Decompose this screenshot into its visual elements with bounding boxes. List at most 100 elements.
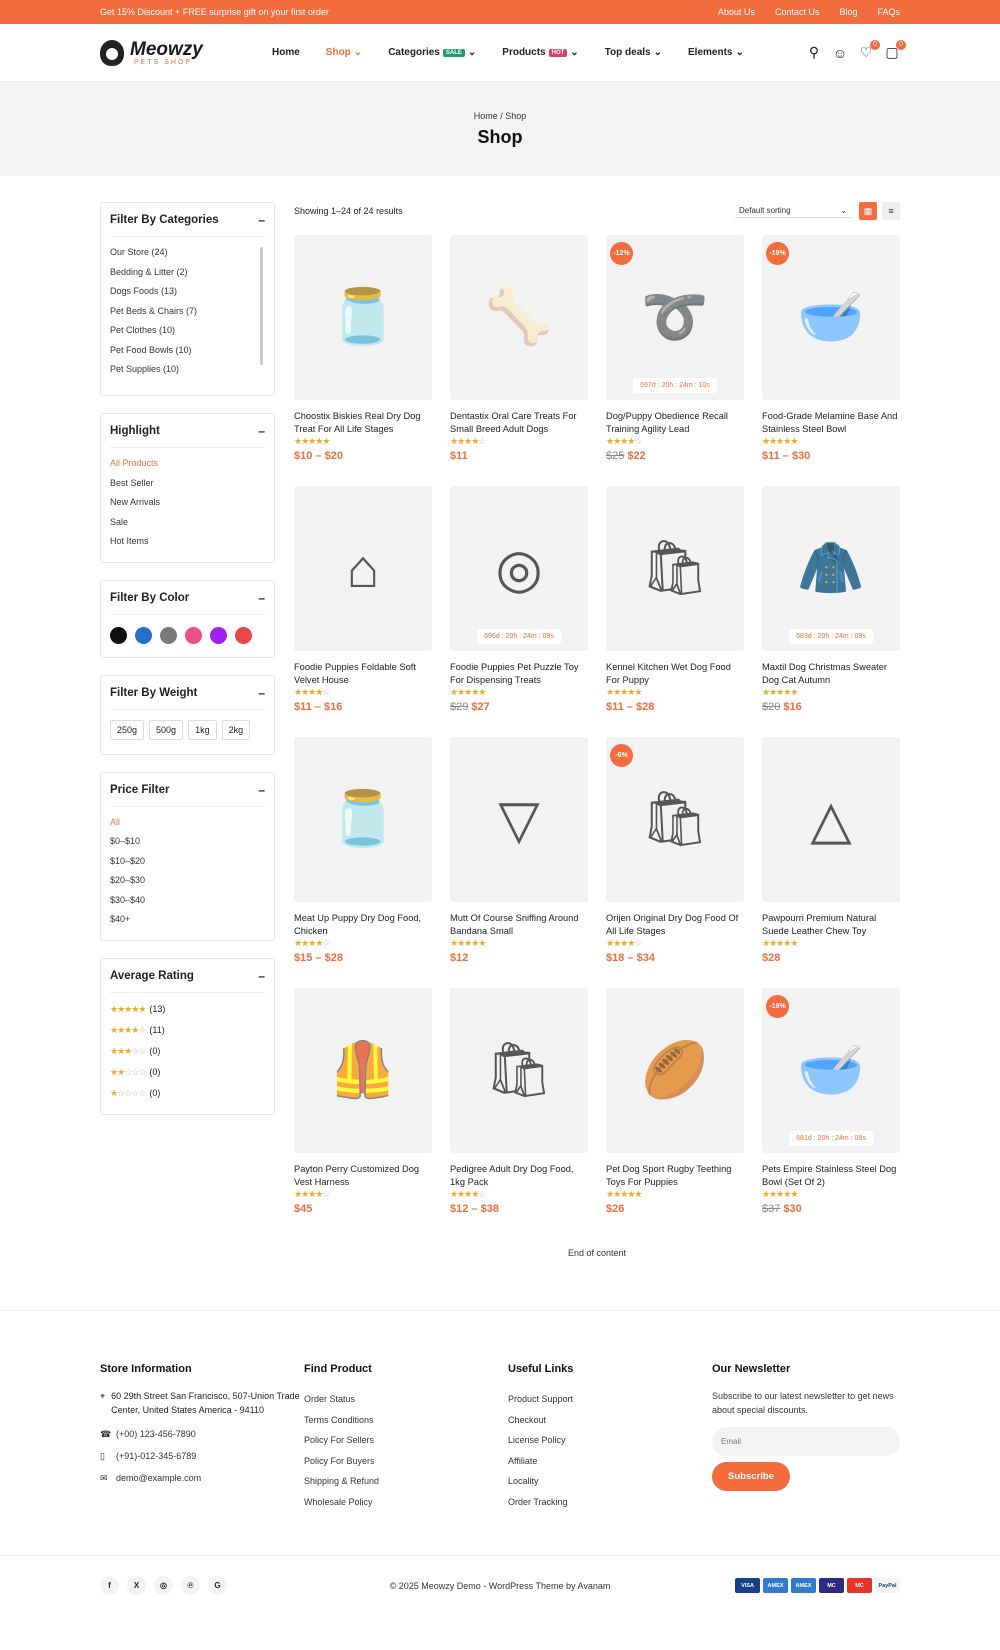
product-name[interactable]: Foodie Puppies Pet Puzzle Toy For Dispen… — [450, 661, 588, 687]
footer-link[interactable]: Order Tracking — [508, 1492, 712, 1513]
product-name[interactable]: Dog/Puppy Obedience Recall Training Agil… — [606, 410, 744, 436]
collapse-icon[interactable]: – — [258, 591, 265, 605]
product-card[interactable]: 🛍 -6% Orijen Original Dry Dog Food Of All … — [606, 737, 744, 988]
highlight-item[interactable]: Best Seller — [110, 474, 265, 494]
highlight-item[interactable]: New Arrivals — [110, 493, 265, 513]
footer-link[interactable]: Policy For Sellers — [304, 1430, 508, 1451]
category-item[interactable]: Pet Clothes (10) — [110, 321, 265, 341]
product-name[interactable]: Pedigree Adult Dry Dog Food, 1kg Pack — [450, 1163, 588, 1189]
collapse-icon[interactable]: – — [258, 783, 265, 797]
top-link-faqs[interactable]: FAQs — [877, 7, 900, 17]
product-image[interactable]: 🥣 -19% 681d : 20h : 24m : 08s — [762, 988, 900, 1153]
product-image[interactable]: △ — [762, 737, 900, 902]
store-mobile[interactable]: (+91)-012-345-6789 — [116, 1445, 196, 1467]
category-item[interactable]: Dogs Foods (13) — [110, 282, 265, 302]
product-name[interactable]: Pawpourri Premium Natural Suede Leather … — [762, 912, 900, 938]
color-swatch[interactable] — [135, 626, 152, 644]
product-name[interactable]: Orijen Original Dry Dog Food Of All Life… — [606, 912, 744, 938]
footer-link[interactable]: Product Support — [508, 1389, 712, 1410]
collapse-icon[interactable]: – — [258, 424, 265, 438]
product-image[interactable]: ▽ — [450, 737, 588, 902]
price-option[interactable]: All — [110, 813, 265, 833]
product-card[interactable]: 🥣 -19% 681d : 20h : 24m : 08s Pets Empire S… — [762, 988, 900, 1239]
store-email[interactable]: demo@example.com — [116, 1467, 201, 1489]
product-name[interactable]: Maxtil Dog Christmas Sweater Dog Cat Aut… — [762, 661, 900, 687]
logo[interactable]: Meowzy PETS SHOP — [100, 39, 270, 66]
color-swatch[interactable] — [210, 626, 227, 644]
color-swatch[interactable] — [235, 626, 252, 644]
rating-option[interactable]: ★★★☆☆ (0) — [110, 1041, 265, 1062]
nav-item-shop[interactable]: Shop ⌄ — [326, 47, 362, 58]
email-field[interactable]: Email — [712, 1427, 900, 1456]
footer-link[interactable]: Locality — [508, 1471, 712, 1492]
rating-option[interactable]: ★★★★☆ (11) — [110, 1020, 265, 1041]
product-image[interactable]: 🛍 -6% — [606, 737, 744, 902]
category-item[interactable]: Pet Toys (8) — [110, 380, 265, 386]
product-card[interactable]: 🛍 Kennel Kitchen Wet Dog Food For Puppy ★★… — [606, 486, 744, 737]
top-link-contact[interactable]: Contact Us — [775, 7, 820, 17]
category-item[interactable]: Pet Beds & Chairs (7) — [110, 302, 265, 322]
product-card[interactable]: 🛍 Pedigree Adult Dry Dog Food, 1kg Pack ★★… — [450, 988, 588, 1239]
product-image[interactable]: 🦴 — [450, 235, 588, 400]
product-card[interactable]: 🧥 683d : 20h : 24m : 09s Maxtil Dog Christ… — [762, 486, 900, 737]
category-scrollbar[interactable] — [260, 247, 263, 365]
product-name[interactable]: Choostix Biskies Real Dry Dog Treat For … — [294, 410, 432, 436]
category-item[interactable]: Pet Food Bowls (10) — [110, 341, 265, 361]
product-card[interactable]: ▽ Mutt Of Course Sniffing Around Bandana … — [450, 737, 588, 988]
product-image[interactable]: 🫙 — [294, 235, 432, 400]
product-name[interactable]: Foodie Puppies Foldable Soft Velvet Hous… — [294, 661, 432, 687]
subscribe-button[interactable]: Subscribe — [712, 1462, 790, 1491]
product-card[interactable]: 🥣 -19% Food-Grade Melamine Base And Stainl… — [762, 235, 900, 486]
product-image[interactable]: 🛍 — [450, 988, 588, 1153]
weight-option[interactable]: 250g — [110, 719, 145, 740]
heart-icon[interactable]: ♡ 0 — [858, 39, 880, 61]
store-phone[interactable]: (+00) 123-456-7890 — [116, 1423, 196, 1445]
category-item[interactable]: Bedding & Litter (2) — [110, 263, 265, 283]
price-option[interactable]: $40+ — [110, 910, 265, 930]
footer-link[interactable]: Wholesale Policy — [304, 1492, 508, 1513]
highlight-item[interactable]: Sale — [110, 513, 265, 533]
product-image[interactable]: ⌂ — [294, 486, 432, 651]
product-image[interactable]: 🫙 — [294, 737, 432, 902]
search-icon[interactable]: ⚲ — [806, 44, 822, 61]
footer-link[interactable]: Shipping & Refund — [304, 1471, 508, 1492]
product-name[interactable]: Dentastix Oral Care Treats For Small Bre… — [450, 410, 588, 436]
footer-link[interactable]: Order Status — [304, 1389, 508, 1410]
weight-option[interactable]: 1kg — [188, 719, 217, 740]
nav-item-elements[interactable]: Elements ⌄ — [688, 47, 744, 58]
product-image[interactable]: 🦺 — [294, 988, 432, 1153]
product-card[interactable]: ◎ 696d : 20h : 24m : 09s Foodie Puppies Pe… — [450, 486, 588, 737]
nav-item-top-deals[interactable]: Top deals ⌄ — [605, 47, 662, 58]
footer-link[interactable]: Policy For Buyers — [304, 1451, 508, 1472]
price-option[interactable]: $20–$30 — [110, 871, 265, 891]
product-image[interactable]: 🏉 — [606, 988, 744, 1153]
weight-option[interactable]: 2kg — [221, 719, 251, 740]
product-image[interactable]: 🛍 — [606, 486, 744, 651]
user-icon[interactable]: ☺ — [832, 45, 848, 61]
highlight-item[interactable]: Hot Items — [110, 532, 265, 552]
nav-item-products[interactable]: Products HOT ⌄ — [502, 47, 578, 58]
product-card[interactable]: 🦴 Dentastix Oral Care Treats For Small Br… — [450, 235, 588, 486]
product-name[interactable]: Meat Up Puppy Dry Dog Food, Chicken — [294, 912, 432, 938]
top-link-blog[interactable]: Blog — [839, 7, 857, 17]
category-item[interactable]: Our Store (24) — [110, 243, 265, 263]
product-name[interactable]: Pets Empire Stainless Steel Dog Bowl (Se… — [762, 1163, 900, 1189]
color-swatch[interactable] — [160, 626, 177, 644]
product-card[interactable]: 🫙 Meat Up Puppy Dry Dog Food, Chicken ★★★★… — [294, 737, 432, 988]
price-option[interactable]: $10–$20 — [110, 852, 265, 872]
weight-option[interactable]: 500g — [149, 719, 184, 740]
product-image[interactable]: 🧥 683d : 20h : 24m : 09s — [762, 486, 900, 651]
product-name[interactable]: Kennel Kitchen Wet Dog Food For Puppy — [606, 661, 744, 687]
rating-option[interactable]: ★★☆☆☆ (0) — [110, 1062, 265, 1083]
product-card[interactable]: ➰ -12% 697d : 20h : 24m : 10s Dog/Puppy Obe… — [606, 235, 744, 486]
list-view-icon[interactable]: ≡ — [882, 202, 900, 220]
product-name[interactable]: Pet Dog Sport Rugby Teething Toys For Pu… — [606, 1163, 744, 1189]
product-name[interactable]: Food-Grade Melamine Base And Stainless S… — [762, 410, 900, 436]
grid-view-icon[interactable]: ▦ — [859, 202, 877, 220]
rating-option[interactable]: ★☆☆☆☆ (0) — [110, 1083, 265, 1104]
product-name[interactable]: Mutt Of Course Sniffing Around Bandana S… — [450, 912, 588, 938]
price-option[interactable]: $30–$40 — [110, 891, 265, 911]
sort-select[interactable]: Default sorting ⌄ — [735, 204, 851, 218]
product-image[interactable]: ➰ -12% 697d : 20h : 24m : 10s — [606, 235, 744, 400]
collapse-icon[interactable]: – — [258, 686, 265, 700]
